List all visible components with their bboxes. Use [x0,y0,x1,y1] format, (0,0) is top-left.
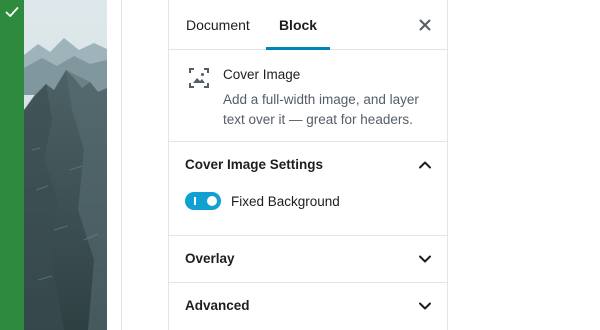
panel-title: Overlay [185,251,235,266]
chevron-down-icon [419,302,431,310]
panel-header-advanced[interactable]: Advanced [169,283,447,329]
panel-header-cover-image-settings[interactable]: Cover Image Settings [169,142,447,188]
mountain-image [24,0,107,330]
block-card: Cover Image Add a full-width image, and … [169,50,447,142]
close-icon[interactable] [417,17,433,33]
panel-title: Advanced [185,298,250,313]
panel-cover-image-settings: Cover Image Settings Fixed Background [169,142,447,236]
fixed-background-toggle[interactable] [185,192,221,210]
block-selected-strip [0,0,24,330]
page-background [448,0,600,330]
panel-overlay: Overlay [169,236,447,283]
cover-image-icon [189,68,209,88]
toggle-on-indicator [194,197,196,205]
settings-sidebar: Document Block Cover Image Add a full-wi… [168,0,448,330]
checkmark-icon [5,7,19,17]
cover-image-preview[interactable] [24,0,107,330]
panel-advanced: Advanced [169,283,447,330]
fixed-background-label[interactable]: Fixed Background [231,194,340,209]
tab-document[interactable]: Document [186,0,250,49]
toggle-knob [207,196,217,206]
block-title: Cover Image [223,67,301,82]
tab-block[interactable]: Block [266,0,330,50]
sidebar-tabs: Document Block [169,0,447,50]
panel-header-overlay[interactable]: Overlay [169,236,447,282]
block-guide-line [121,0,122,330]
block-description: Add a full-width image, and layer text o… [223,92,419,127]
tab-block-label: Block [278,17,318,33]
editor-canvas [107,0,168,330]
chevron-up-icon [419,161,431,169]
panel-title: Cover Image Settings [185,157,324,172]
chevron-down-icon [419,255,431,263]
